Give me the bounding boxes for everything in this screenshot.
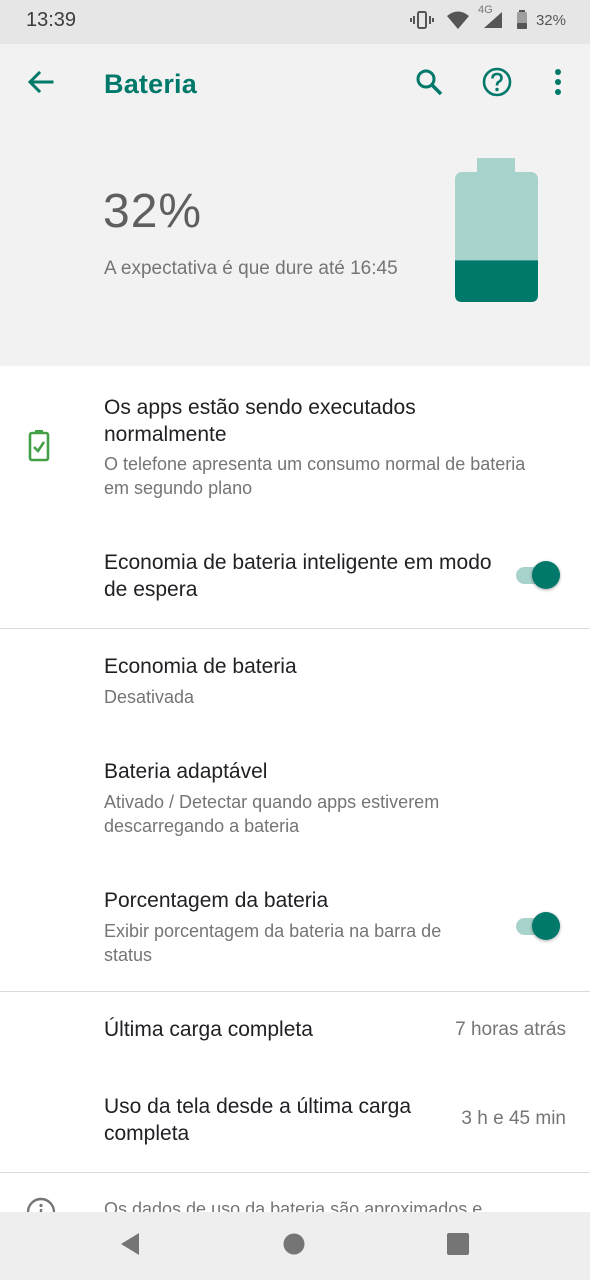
battery-saver-subtitle: Desativada [104,687,195,707]
more-options-button[interactable] [540,64,576,104]
back-nav-icon [119,1232,141,1261]
battery-level-graphic [455,158,538,302]
battery-icon [516,10,528,30]
footer-note-text: Os dados de uso da bateria são aproximad… [104,1199,483,1212]
screen-usage-item: Uso da tela desde a última carga complet… [0,1080,590,1160]
last-full-charge-item: Última carga completa 7 horas atrás [0,1000,590,1060]
toggle-thumb [532,912,560,940]
last-full-charge-value: 7 horas atrás [455,1019,566,1040]
info-icon [26,1197,56,1212]
search-icon [414,67,444,102]
adaptive-battery-subtitle: Ativado / Detectar quando apps estiverem… [104,792,440,836]
recents-nav-icon [447,1232,469,1260]
page-title: Bateria [104,69,197,99]
back-button[interactable] [22,66,58,102]
last-full-charge-title: Última carga completa [104,1018,313,1041]
divider [0,628,590,629]
adaptive-battery-title: Bateria adaptável [104,760,268,783]
battery-percentage-subtitle: Exibir porcentagem da bateria na barra d… [104,921,442,965]
battery-percent: 32% [103,185,203,238]
nav-home-button[interactable] [269,1221,319,1271]
divider [0,991,590,992]
wifi-icon [446,10,470,30]
adaptive-battery-item[interactable]: Bateria adaptável Ativado / Detectar qua… [0,745,590,855]
apps-status-title: Os apps estão sendo executados normalmen… [104,396,416,446]
more-vert-icon [554,68,562,101]
home-nav-icon [282,1232,306,1261]
battery-estimate: A expectativa é que dure até 16:45 [104,258,398,279]
apps-status-subtitle: O telefone apresenta um consumo normal d… [104,454,526,498]
footer-note: Os dados de uso da bateria são aproximad… [0,1173,590,1212]
battery-saver-title: Economia de bateria [104,655,297,678]
help-button[interactable] [477,64,517,104]
help-icon [481,66,513,103]
screen-usage-title: Uso da tela desde a última carga complet… [104,1095,412,1145]
search-button[interactable] [409,64,449,104]
status-time: 13:39 [26,9,77,31]
back-arrow-icon [26,68,54,101]
vibrate-icon [409,10,434,30]
battery-check-icon [28,430,50,467]
status-icons: 4G 32% [409,4,566,30]
network-type: 4G [477,4,493,16]
smart-standby-item[interactable]: Economia de bateria inteligente em modo … [0,532,590,622]
toggle-thumb [532,561,560,589]
battery-saver-item[interactable]: Economia de bateria Desativada [0,640,590,730]
smart-standby-toggle[interactable] [514,560,562,590]
battery-percentage-title: Porcentagem da bateria [104,889,329,912]
apps-status-item[interactable]: Os apps estão sendo executados normalmen… [0,380,590,520]
battery-percentage-toggle[interactable] [514,911,562,941]
smart-standby-title: Economia de bateria inteligente em modo … [104,551,492,601]
signal-icon: 4G [478,4,504,30]
nav-back-button[interactable] [105,1221,155,1271]
battery-percentage-item[interactable]: Porcentagem da bateria Exibir porcentage… [0,875,590,980]
screen-usage-value: 3 h e 45 min [461,1108,566,1129]
status-battery-percent: 32% [535,11,566,29]
nav-recents-button[interactable] [433,1221,483,1271]
